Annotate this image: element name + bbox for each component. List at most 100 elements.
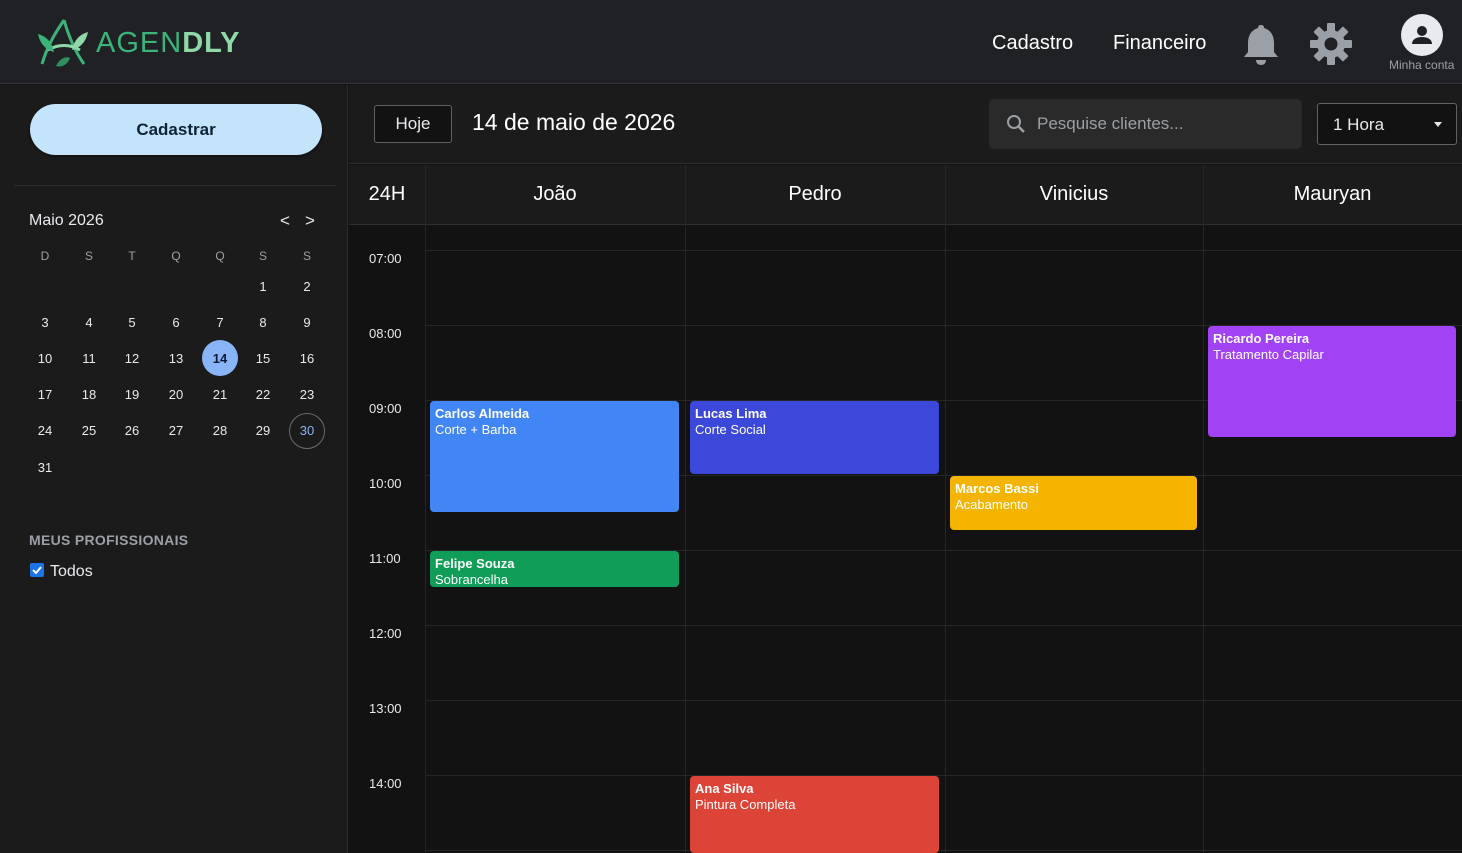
column-header-mauryan: Mauryan: [1203, 165, 1462, 225]
calendar-day[interactable]: 3: [27, 304, 63, 340]
calendar-day[interactable]: 21: [202, 377, 238, 413]
weekday-header: Q: [215, 249, 225, 263]
grid-line: [425, 775, 1462, 776]
brand-logo[interactable]: AGENDLY: [34, 14, 241, 72]
appointment-client: Felipe Souza: [435, 556, 515, 571]
bell-icon[interactable]: [1241, 22, 1281, 66]
calendar-day[interactable]: 26: [114, 413, 150, 449]
date-title: 14 de maio de 2026: [472, 109, 676, 135]
calendar-day[interactable]: 20: [158, 377, 194, 413]
search-box: [989, 99, 1302, 149]
calendar-day[interactable]: 15: [245, 340, 281, 376]
calendar-day[interactable]: 25: [71, 413, 107, 449]
grid-line: [425, 625, 1462, 626]
appointment-card[interactable]: Ricardo Pereira Tratamento Capilar: [1208, 326, 1456, 437]
time-label: 09:00: [369, 401, 402, 416]
appointment-card[interactable]: Marcos Bassi Acabamento: [950, 476, 1197, 531]
next-month-button[interactable]: >: [305, 211, 315, 231]
weekday-header: S: [258, 249, 267, 263]
calendar-day[interactable]: 12: [114, 340, 150, 376]
calendar-day[interactable]: 10: [27, 340, 63, 376]
brand-wordmark: AGENDLY: [96, 27, 241, 60]
grid-line: [425, 850, 1462, 851]
grid-line: [685, 165, 686, 853]
calendar-day[interactable]: 23: [289, 377, 325, 413]
chevron-down-icon: [1434, 122, 1442, 127]
calendar-day[interactable]: 13: [158, 340, 194, 376]
account-label[interactable]: Minha conta: [1389, 58, 1454, 72]
calendar-day[interactable]: 17: [27, 377, 63, 413]
search-input[interactable]: [1037, 111, 1287, 137]
column-header-pedro: Pedro: [685, 165, 945, 225]
today-button[interactable]: Hoje: [374, 105, 452, 143]
appointment-service: Sobrancelha: [435, 572, 508, 587]
appointment-client: Carlos Almeida: [435, 406, 530, 421]
time-label: 14:00: [369, 776, 402, 791]
time-label: 12:00: [369, 626, 402, 641]
appointment-client: Ana Silva: [695, 781, 754, 796]
calendar-day[interactable]: 4: [71, 304, 107, 340]
calendar-day[interactable]: 24: [27, 413, 63, 449]
nav-financeiro[interactable]: Financeiro: [1113, 32, 1206, 55]
calendar-day[interactable]: 29: [245, 413, 281, 449]
calendar-day[interactable]: 6: [158, 304, 194, 340]
calendar-day[interactable]: 22: [245, 377, 281, 413]
calendar-toolbar: Hoje 14 de maio de 2026 1 Hora: [349, 85, 1462, 164]
calendar-day[interactable]: 18: [71, 377, 107, 413]
appointment-service: Acabamento: [955, 497, 1028, 512]
interval-value: 1 Hora: [1333, 115, 1385, 134]
person-icon: [1412, 26, 1432, 44]
weekday-header: S: [84, 249, 93, 263]
calendar-day[interactable]: 5: [114, 304, 150, 340]
appointment-card[interactable]: Felipe Souza Sobrancelha: [430, 551, 679, 587]
gear-icon[interactable]: [1309, 22, 1353, 66]
appointment-card[interactable]: Carlos Almeida Corte + Barba: [430, 401, 679, 512]
calendar-day[interactable]: 1: [245, 268, 281, 304]
appointment-service: Pintura Completa: [695, 797, 796, 812]
nav-cadastro[interactable]: Cadastro: [992, 32, 1073, 55]
calendar-day[interactable]: 27: [158, 413, 194, 449]
weekday-header: D: [40, 249, 50, 263]
calendar-day[interactable]: 30: [289, 412, 325, 449]
grid-line: [425, 700, 1462, 701]
cadastrar-button[interactable]: Cadastrar: [30, 104, 322, 155]
leaf-logo-icon: [38, 19, 88, 67]
calendar-day[interactable]: 7: [202, 304, 238, 340]
mini-calendar-title: Maio 2026: [29, 212, 104, 229]
time-label: 07:00: [369, 251, 402, 266]
calendar-day[interactable]: 28: [202, 413, 238, 449]
appointment-service: Corte + Barba: [435, 422, 517, 437]
grid-line: [425, 165, 426, 853]
time-label: 10:00: [369, 476, 402, 491]
avatar[interactable]: [1401, 14, 1443, 56]
grid-line: [945, 165, 946, 853]
grid-line: [425, 250, 1462, 251]
todos-checkbox[interactable]: [30, 563, 44, 577]
appointment-card[interactable]: Ana Silva Pintura Completa: [690, 776, 939, 853]
professionals-title: MEUS PROFISSIONAIS: [29, 532, 189, 548]
weekday-header: T: [128, 249, 136, 263]
top-bar: AGENDLY Cadastro Financeiro Minha conta: [0, 0, 1462, 84]
calendar-day[interactable]: 31: [27, 449, 63, 485]
calendar-day[interactable]: 16: [289, 340, 325, 376]
appointment-client: Lucas Lima: [695, 406, 767, 421]
calendar-day[interactable]: 11: [71, 340, 107, 376]
calendar-day[interactable]: 8: [245, 304, 281, 340]
divider: [14, 185, 336, 186]
calendar-day[interactable]: 9: [289, 304, 325, 340]
column-header-joao: João: [425, 165, 685, 225]
weekday-header: S: [302, 249, 311, 263]
brand-prefix: AGEN: [96, 26, 183, 59]
interval-select[interactable]: 1 Hora: [1317, 103, 1457, 145]
prev-month-button[interactable]: <: [280, 211, 290, 231]
time-label: 13:00: [369, 701, 402, 716]
appointment-client: Marcos Bassi: [955, 481, 1039, 496]
time-label: 11:00: [369, 551, 401, 566]
appointment-service: Tratamento Capilar: [1213, 347, 1324, 362]
todos-label[interactable]: Todos: [50, 563, 93, 581]
calendar-day[interactable]: 2: [289, 268, 325, 304]
sidebar: Cadastrar Maio 2026 < > DSTQQSS123456789…: [0, 85, 348, 853]
appointment-card[interactable]: Lucas Lima Corte Social: [690, 401, 939, 474]
calendar-day[interactable]: 19: [114, 377, 150, 413]
calendar-day[interactable]: 14: [202, 340, 238, 377]
